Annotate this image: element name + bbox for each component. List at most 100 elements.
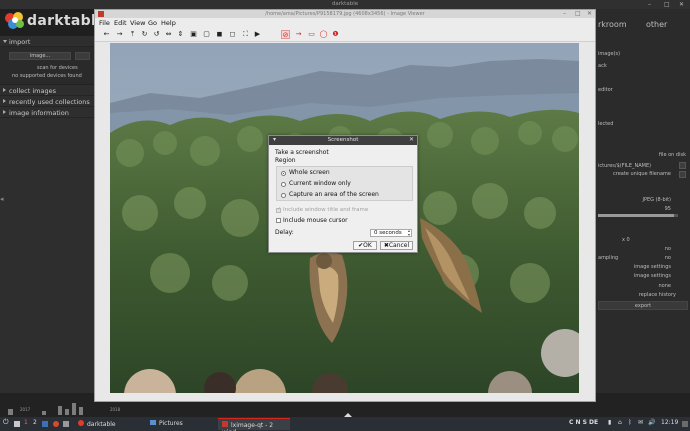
import-module-header[interactable]: import bbox=[0, 36, 94, 47]
quality-value[interactable]: 95 bbox=[665, 206, 671, 212]
right-row-selected[interactable]: lected bbox=[598, 121, 613, 127]
volume-icon[interactable]: 🔊 bbox=[648, 419, 655, 426]
rotate-counterclockwise-icon[interactable]: ↺ bbox=[152, 30, 161, 39]
minimize-icon[interactable]: – bbox=[648, 1, 651, 8]
zoom-original-icon[interactable]: ◻ bbox=[228, 30, 237, 39]
rectangle-tool-icon[interactable]: ▭ bbox=[307, 30, 316, 39]
timeline-label-2017: 2017 bbox=[20, 407, 31, 412]
clock[interactable]: 12:19 bbox=[661, 419, 678, 426]
quality-slider[interactable] bbox=[598, 214, 678, 217]
fullscreen-icon[interactable]: ⛶ bbox=[241, 30, 250, 39]
style-value[interactable]: none bbox=[659, 283, 671, 289]
conflict-toggle-icon[interactable] bbox=[679, 171, 686, 178]
image-information-header[interactable]: image information bbox=[0, 107, 94, 118]
maximize-icon[interactable]: □ bbox=[664, 1, 670, 8]
zoom-in-icon[interactable]: ▣ bbox=[189, 30, 198, 39]
menu-edit[interactable]: Edit bbox=[114, 19, 127, 27]
timeline-bar bbox=[8, 409, 13, 415]
close-icon[interactable]: ✕ bbox=[679, 1, 684, 8]
intent-value[interactable]: image settings bbox=[634, 273, 671, 279]
flip-horizontal-icon[interactable]: ⇔ bbox=[164, 30, 173, 39]
mode-value[interactable]: replace history bbox=[639, 292, 676, 298]
right-row-stack[interactable]: ack bbox=[598, 63, 607, 69]
previous-icon[interactable]: ← bbox=[102, 30, 111, 39]
current-window-radio[interactable] bbox=[281, 182, 286, 187]
on-conflict-value[interactable]: create unique filename bbox=[613, 171, 671, 177]
show-desktop-icon[interactable] bbox=[682, 421, 688, 427]
include-frame-label: Include window title and frame bbox=[283, 207, 369, 213]
file-manager-icon[interactable] bbox=[42, 421, 48, 427]
zoom-fit-icon[interactable]: ◼ bbox=[215, 30, 224, 39]
delay-spinbox[interactable]: 0 seconds ▴ ▾ bbox=[370, 229, 412, 237]
import-folder-button[interactable] bbox=[75, 52, 90, 60]
recently-used-header[interactable]: recently used collections bbox=[0, 96, 94, 107]
include-frame-checkbox[interactable] bbox=[276, 206, 281, 213]
ok-button[interactable]: ✔OK bbox=[353, 241, 377, 250]
browser-icon[interactable] bbox=[53, 421, 59, 427]
rotate-clockwise-icon[interactable]: ↻ bbox=[140, 30, 149, 39]
mode-other[interactable]: other bbox=[646, 20, 667, 29]
viewer-maximize-icon[interactable]: □ bbox=[575, 10, 581, 17]
path-pattern[interactable]: ictures/$(FILE_NAME) bbox=[598, 163, 651, 169]
import-image-button[interactable]: image... bbox=[9, 52, 71, 60]
darktable-right-panel: rkroom other image(s) ack editor lected … bbox=[596, 9, 690, 393]
upload-icon[interactable]: ⤒ bbox=[128, 30, 137, 39]
right-row-images[interactable]: image(s) bbox=[598, 51, 620, 57]
capture-area-label[interactable]: Capture an area of the screen bbox=[289, 191, 379, 198]
format-value[interactable]: JPEG (8-bit) bbox=[642, 197, 671, 203]
cancel-button[interactable]: ✖Cancel bbox=[380, 241, 413, 250]
next-icon[interactable]: → bbox=[115, 30, 124, 39]
whole-screen-label[interactable]: Whole screen bbox=[289, 169, 330, 176]
collapse-left-panel-icon[interactable]: ◂ bbox=[0, 195, 4, 203]
terminal-icon[interactable] bbox=[14, 421, 20, 427]
menu-bar: File Edit View Go Help bbox=[95, 18, 595, 28]
export-button[interactable]: export bbox=[598, 301, 688, 310]
include-cursor-checkbox[interactable] bbox=[276, 218, 281, 223]
timeline-label-2018: 2018 bbox=[110, 407, 121, 412]
dialog-close-icon[interactable]: ✕ bbox=[409, 136, 414, 143]
upscale-value[interactable]: no bbox=[665, 246, 671, 252]
viewer-close-icon[interactable]: ✕ bbox=[587, 10, 592, 17]
collect-images-header[interactable]: collect images bbox=[0, 85, 94, 96]
folder-icon[interactable] bbox=[679, 162, 686, 169]
menu-go[interactable]: Go bbox=[148, 19, 157, 27]
import-module-body: image... scan for devices no supported d… bbox=[0, 47, 94, 85]
search-icon[interactable] bbox=[63, 421, 69, 427]
number-tool-icon[interactable]: ❶ bbox=[331, 30, 340, 39]
network-icon[interactable]: ⌂ bbox=[618, 419, 622, 426]
menu-view[interactable]: View bbox=[130, 19, 145, 27]
arrow-tool-icon[interactable]: → bbox=[294, 30, 303, 39]
spin-arrows-icon[interactable]: ▴ ▾ bbox=[408, 229, 410, 237]
task-pictures[interactable]: Pictures bbox=[146, 418, 214, 430]
storage-value[interactable]: file on disk bbox=[659, 152, 686, 158]
image-viewer-titlebar: /home/ama/Pictures/P9158179.jpg (4608x34… bbox=[95, 10, 595, 18]
circle-tool-icon[interactable]: ◯ bbox=[319, 30, 328, 39]
scan-devices-button[interactable]: scan for devices bbox=[37, 65, 78, 71]
battery-icon[interactable]: ▮ bbox=[608, 419, 611, 426]
menu-help[interactable]: Help bbox=[161, 19, 176, 27]
start-menu-icon[interactable]: ⏻ bbox=[3, 418, 9, 427]
current-window-label[interactable]: Current window only bbox=[289, 180, 351, 187]
menu-file[interactable]: File bbox=[99, 19, 110, 27]
size-x-value[interactable]: x 0 bbox=[622, 237, 630, 243]
include-cursor-label[interactable]: Include mouse cursor bbox=[283, 217, 348, 224]
mode-darkroom[interactable]: rkroom bbox=[598, 20, 627, 29]
flip-vertical-icon[interactable]: ⇕ bbox=[176, 30, 185, 39]
zoom-out-icon[interactable]: ▢ bbox=[202, 30, 211, 39]
right-row-editor[interactable]: editor bbox=[598, 87, 613, 93]
bluetooth-icon[interactable]: ᛒ bbox=[628, 419, 632, 426]
task-darktable[interactable]: darktable bbox=[74, 418, 142, 430]
notification-icon[interactable]: ✉ bbox=[638, 419, 643, 426]
task-image-viewer[interactable]: lximage-qt - 2 wind... bbox=[218, 418, 290, 431]
workspace-1[interactable]: 1 bbox=[24, 419, 28, 426]
viewer-minimize-icon[interactable]: – bbox=[563, 10, 566, 17]
capture-area-radio[interactable] bbox=[281, 193, 286, 198]
workspace-2[interactable]: 2 bbox=[33, 419, 37, 426]
profile-value[interactable]: image settings bbox=[634, 264, 671, 270]
whole-screen-radio[interactable] bbox=[281, 171, 286, 176]
region-group: Whole screen Current window only Capture… bbox=[276, 166, 413, 201]
cancel-annotation-icon[interactable]: ⊘ bbox=[281, 30, 290, 39]
slideshow-icon[interactable]: ▶ bbox=[253, 30, 262, 39]
sampling-value[interactable]: no bbox=[665, 255, 671, 261]
keyboard-layout-indicator[interactable]: C N S DE bbox=[569, 419, 598, 426]
